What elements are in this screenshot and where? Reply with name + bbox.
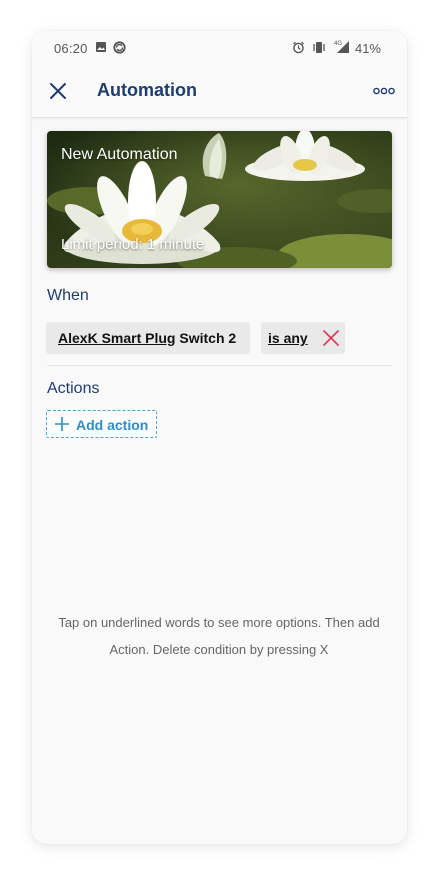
section-divider bbox=[47, 365, 392, 366]
condition-operator-chip: is any bbox=[261, 322, 345, 354]
help-text: Tap on underlined words to see more opti… bbox=[46, 609, 392, 663]
image-icon bbox=[96, 42, 106, 52]
automation-name: New Automation bbox=[61, 146, 178, 163]
close-icon[interactable] bbox=[46, 79, 70, 103]
vibrate-icon bbox=[313, 42, 325, 53]
app-bar: Automation bbox=[32, 65, 407, 118]
svg-text:4G: 4G bbox=[334, 41, 342, 47]
add-action-button[interactable]: Add action bbox=[46, 410, 157, 438]
help-text-line-1: Tap on underlined words to see more opti… bbox=[58, 615, 380, 630]
phone-screen: 06:20 4G 41% Automation New Automation L… bbox=[32, 31, 407, 844]
actions-label: Actions bbox=[47, 380, 100, 397]
add-action-label: Add action bbox=[76, 417, 149, 433]
when-label: When bbox=[47, 287, 89, 304]
status-bar: 06:20 4G 41% bbox=[32, 31, 407, 65]
alarm-icon bbox=[293, 41, 304, 54]
automation-header-card: New Automation Limit period: 1 minute bbox=[47, 131, 392, 268]
sync-icon bbox=[113, 41, 126, 54]
page-title: Automation bbox=[97, 80, 197, 100]
condition-device-chip: AlexK Smart Plug Switch 2 bbox=[46, 322, 250, 354]
device-name-link[interactable]: AlexK Smart Plug bbox=[58, 330, 175, 346]
limit-period[interactable]: Limit period: 1 minute bbox=[61, 236, 204, 253]
device-channel: Switch 2 bbox=[175, 330, 237, 346]
more-options-icon[interactable] bbox=[373, 85, 395, 97]
battery-level: 41% bbox=[354, 41, 381, 56]
help-text-line-2: Action. Delete condition by pressing X bbox=[109, 642, 329, 657]
4g-signal-icon: 4G bbox=[334, 41, 349, 53]
operator-link[interactable]: is any bbox=[268, 330, 308, 346]
plus-icon bbox=[55, 417, 69, 431]
status-time: 06:20 bbox=[54, 41, 88, 56]
delete-condition-icon[interactable] bbox=[323, 330, 339, 346]
